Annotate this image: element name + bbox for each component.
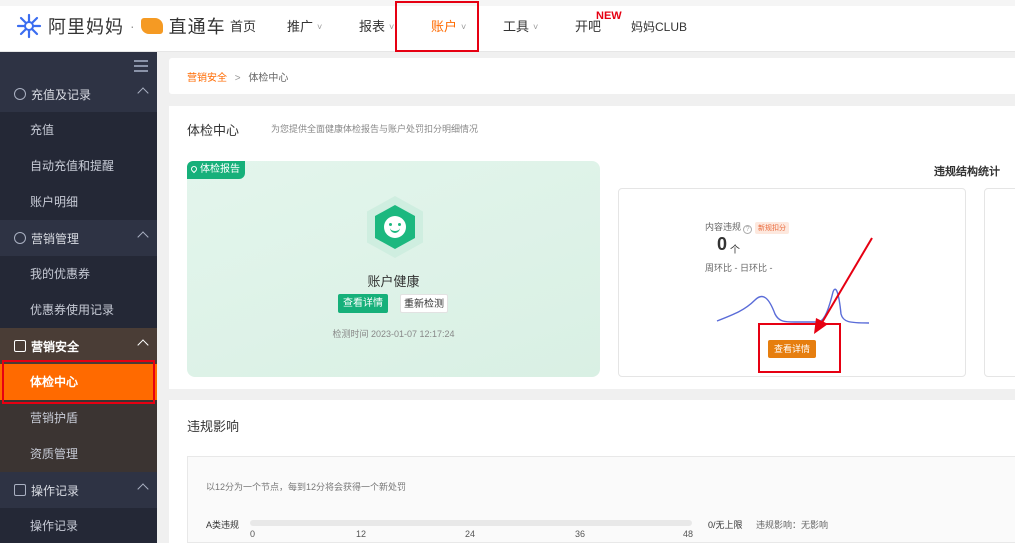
location-pin-icon [189,164,199,174]
nav-label: 妈妈CLUB [631,20,688,34]
brand-logo[interactable]: 阿里妈妈 · 直通车 [16,13,226,39]
nav-label: 首页 [230,19,257,34]
page-description: 为您提供全面健康体检报告与账户处罚扣分明细情况 [271,124,479,134]
nav-label: 工具 [503,19,530,34]
sidebar-item-qualification[interactable]: 资质管理 [0,436,157,472]
smile-face-icon [384,216,406,238]
sidebar-group-label: 操作记录 [31,483,80,498]
sidebar-group-marketing-security[interactable]: 营销安全 [0,328,157,364]
nav-item-mama-club[interactable]: 妈妈CLUB [631,19,687,35]
chevron-up-icon [137,339,149,351]
breadcrumb-separator: > [234,73,241,84]
annotation-box-account [395,1,479,52]
impact-limit: 0/无上限 [708,520,743,530]
brand-separator: · [130,18,135,34]
report-tag: 体检报告 [187,161,245,179]
view-details-button[interactable]: 查看详情 [338,294,388,313]
chevron-down-icon: ˅ [389,22,395,32]
checkup-panel: 体检中心 为您提供全面健康体检报告与账户处罚扣分明细情况 体检报告 账户健康 查… [169,106,1015,389]
violation-card-2 [984,188,1015,377]
sidebar-group-marketing[interactable]: 营销管理 [0,220,157,256]
impact-row-label: A类违规 [206,520,240,530]
breadcrumb-bar: 营销安全 > 体检中心 [169,58,1015,94]
chevron-up-icon [137,483,149,495]
violation-label-text: 内容违规 [705,222,742,232]
sidebar-group-label: 营销安全 [31,339,80,354]
violation-impact-panel: 违规影响 以12分为一个节点，每到12分将会获得一个新处罚 A类违规 0 12 … [169,400,1015,543]
impact-description: 以12分为一个节点，每到12分将会获得一个新处罚 [206,482,407,492]
record-icon [14,484,26,496]
sidebar-group-recharge[interactable]: 充值及记录 [0,76,157,112]
sidebar: 充值及记录 充值 自动充值和提醒 账户明细 营销管理 我的优惠券 优惠券使用记录… [0,52,157,543]
nav-label: 推广 [287,19,314,34]
product-name: 直通车 [168,17,226,37]
annotation-box-checkup [2,360,155,404]
sidebar-item-auto-recharge[interactable]: 自动充值和提醒 [0,148,157,184]
sidebar-group-label: 充值及记录 [31,87,92,102]
shield-icon [14,340,26,352]
nav-item-home[interactable]: 首页 [230,19,256,35]
ztc-logo-icon [140,18,163,34]
annotation-arrow [814,237,873,334]
sidebar-item-account-details[interactable]: 账户明细 [0,184,157,220]
breadcrumb-parent-link[interactable]: 营销安全 [187,73,227,84]
impact-effect: 违规影响：无影响 [756,520,829,530]
sidebar-item-marketing-shield[interactable]: 营销护盾 [0,400,157,436]
sidebar-group-label: 营销管理 [31,231,80,246]
chevron-up-icon [137,231,149,243]
impact-title: 违规影响 [187,419,240,434]
tick-label: 48 [683,529,694,539]
tick-label: 24 [465,529,476,539]
chevron-up-icon [137,87,149,99]
new-badge: NEW [596,10,622,22]
menu-collapse-icon[interactable] [134,60,148,72]
check-timestamp: 检测时间 2023-01-07 12:17:24 [332,329,455,339]
health-status: 账户健康 [367,274,420,289]
sidebar-item-coupon-history[interactable]: 优惠券使用记录 [0,292,157,328]
marketing-icon [14,232,26,244]
recheck-button[interactable]: 重新检测 [400,294,448,313]
violation-stats-title: 违规结构统计 [934,166,1000,178]
sidebar-group-operation-log[interactable]: 操作记录 [0,472,157,508]
sidebar-item-recharge[interactable]: 充值 [0,112,157,148]
chevron-down-icon: ˅ [317,22,323,32]
violation-unit: 个 [730,245,740,256]
brand-name: 阿里妈妈 [48,17,124,37]
nav-item-promote[interactable]: 推广 ˅ [287,19,322,35]
alimama-logo-icon [16,13,42,39]
report-tag-label: 体检报告 [200,164,240,175]
health-hexagon-icon [367,196,423,258]
new-rule-tag: 新规扣分 [755,222,790,234]
top-navigation-bar: 阿里妈妈 · 直通车 首页 推广 ˅ 报表 ˅ 账户 ˅ 工具 ˅ 开吧 NEW 妈妈C… [0,0,1015,52]
top-stripe [0,0,1015,6]
violation-ratio: 周环比 - 日环比 - [705,263,773,273]
tick-label: 12 [356,529,367,539]
nav-label: 报表 [359,19,386,34]
violation-label: 内容违规? 新规扣分 [705,220,790,234]
impact-score-track [250,520,692,526]
health-report-card: 体检报告 账户健康 查看详情 重新检测 检测时间 2023-01-07 12:1… [187,161,600,377]
page-title: 体检中心 [187,123,240,138]
sidebar-item-my-coupons[interactable]: 我的优惠券 [0,256,157,292]
nav-item-reports[interactable]: 报表 ˅ [359,19,394,35]
breadcrumb: 营销安全 > 体检中心 [187,69,288,84]
impact-box: 以12分为一个节点，每到12分将会获得一个新处罚 A类违规 0 12 24 36… [187,456,1015,543]
tick-label: 36 [575,529,586,539]
yen-circle-icon [14,88,26,100]
chevron-down-icon: ˅ [533,22,539,32]
nav-item-tools[interactable]: 工具 ˅ [503,19,538,35]
sidebar-item-operation-log[interactable]: 操作记录 [0,508,157,543]
tick-label: 0 [250,529,256,539]
help-icon[interactable]: ? [743,225,753,234]
violation-count: 0 [717,234,728,254]
breadcrumb-current: 体检中心 [248,73,289,84]
